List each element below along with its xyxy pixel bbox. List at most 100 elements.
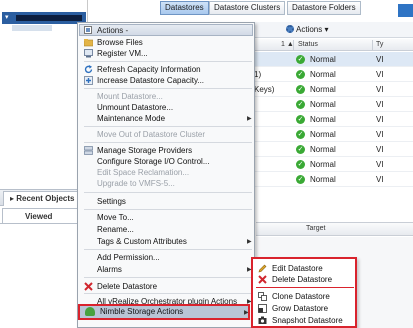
status-cell: Normal — [310, 175, 336, 184]
submenu-arrow-icon: ▶ — [247, 116, 252, 122]
menu-header-label: Actions - — [97, 26, 129, 35]
submenu-item-grow-datastore[interactable]: Grow Datastore — [272, 303, 328, 314]
redacted-label — [16, 15, 82, 21]
normal-status-icon: ✓ — [296, 145, 305, 154]
expand-arrow-icon[interactable]: ▾ — [5, 14, 9, 22]
status-cell: Normal — [310, 55, 336, 64]
normal-status-icon: ✓ — [296, 100, 305, 109]
normal-status-icon: ✓ — [296, 55, 305, 64]
menu-separator — [84, 61, 252, 62]
menu-header: Actions - — [79, 24, 253, 36]
refresh-icon — [84, 65, 93, 74]
menu-item-tags-custom-attributes[interactable]: Tags & Custom Attributes — [97, 236, 187, 247]
menu-separator — [84, 209, 252, 210]
gear-icon — [286, 25, 294, 33]
type-cell: VI — [376, 100, 384, 109]
type-cell: VI — [376, 175, 384, 184]
type-cell: VI — [376, 130, 384, 139]
type-cell: VI — [376, 85, 384, 94]
recent-objects-label: Recent Objects — [16, 194, 75, 203]
clone-icon — [258, 292, 267, 301]
sort-indicator[interactable]: 1 ▲ — [281, 40, 294, 50]
status-cell: Normal — [310, 70, 336, 79]
register-vm-icon — [84, 49, 93, 58]
submenu-item-edit-datastore[interactable]: Edit Datastore — [272, 263, 323, 274]
normal-status-icon: ✓ — [296, 70, 305, 79]
snapshot-icon — [258, 316, 267, 324]
column-header-status[interactable]: Status — [298, 40, 318, 50]
submenu-separator — [256, 287, 354, 288]
menu-item-refresh-capacity[interactable]: Refresh Capacity Information — [97, 64, 201, 75]
inventory-panel — [0, 0, 88, 328]
normal-status-icon: ✓ — [296, 115, 305, 124]
column-separator — [372, 40, 373, 50]
tree-item-child[interactable] — [12, 25, 52, 31]
pencil-icon — [258, 264, 267, 273]
submenu-item-snapshot-datastore[interactable]: Snapshot Datastore — [272, 315, 343, 326]
storage-providers-icon — [84, 146, 93, 155]
name-cell: 1) — [254, 70, 262, 79]
menu-separator — [84, 142, 252, 143]
menu-separator — [84, 192, 252, 193]
datastore-icon — [84, 26, 92, 34]
increase-capacity-icon — [84, 76, 93, 85]
recent-objects-header: ▸ Recent Objects — [0, 189, 88, 206]
menu-separator — [84, 126, 252, 127]
submenu-arrow-icon: ▶ — [247, 239, 252, 245]
viewed-tab[interactable]: Viewed — [2, 208, 78, 224]
menu-item-add-permission[interactable]: Add Permission... — [97, 252, 160, 263]
target-column-header: Target — [256, 222, 413, 236]
tree-item-selected[interactable]: ▾ — [2, 12, 86, 24]
column-header-type[interactable]: Ty — [376, 40, 383, 50]
tab-datastore-folders[interactable]: Datastore Folders — [287, 1, 361, 15]
menu-item-rename[interactable]: Rename... — [97, 224, 134, 235]
menu-item-configure-storage-io[interactable]: Configure Storage I/O Control... — [97, 156, 210, 167]
menu-item-settings[interactable]: Settings — [97, 196, 126, 207]
menu-separator — [84, 293, 252, 294]
menu-separator — [84, 277, 252, 278]
datastore-tabbar: Datastores Datastore Clusters Datastore … — [156, 0, 396, 16]
delete-icon — [258, 275, 267, 284]
tab-datastores[interactable]: Datastores — [160, 1, 209, 15]
menu-item-move-out-cluster[interactable]: Move Out of Datastore Cluster — [97, 129, 205, 140]
menu-item-upgrade-vmfs[interactable]: Upgrade to VMFS-5... — [97, 178, 175, 189]
panel-edge-strip — [398, 4, 413, 17]
menu-item-maintenance-mode[interactable]: Maintenance Mode — [97, 113, 165, 124]
normal-status-icon: ✓ — [296, 160, 305, 169]
actions-label: Actions ▾ — [296, 25, 329, 34]
column-separator — [293, 40, 294, 50]
menu-item-manage-storage-providers[interactable]: Manage Storage Providers — [97, 145, 192, 156]
menu-item-alarms[interactable]: Alarms — [97, 264, 122, 275]
delete-icon — [84, 282, 93, 291]
nimble-highlight-box — [78, 304, 250, 320]
grow-icon — [258, 304, 267, 313]
menu-item-edit-space-reclamation[interactable]: Edit Space Reclamation... — [97, 167, 189, 178]
menu-item-mount-datastore[interactable]: Mount Datastore... — [97, 91, 163, 102]
recent-objects-tab[interactable]: ▸ Recent Objects — [3, 191, 82, 206]
menu-item-increase-capacity[interactable]: Increase Datastore Capacity... — [97, 75, 204, 86]
menu-separator — [84, 249, 252, 250]
menu-item-register-vm[interactable]: Register VM... — [97, 48, 148, 59]
status-cell: Normal — [310, 145, 336, 154]
menu-separator — [84, 88, 252, 89]
type-cell: VI — [376, 70, 384, 79]
divider — [0, 223, 88, 224]
type-cell: VI — [376, 160, 384, 169]
actions-button[interactable]: Actions ▾ — [286, 24, 328, 36]
submenu-item-delete-datastore[interactable]: Delete Datastore — [272, 274, 332, 285]
menu-item-move-to[interactable]: Move To... — [97, 212, 134, 223]
type-cell: VI — [376, 115, 384, 124]
normal-status-icon: ✓ — [296, 85, 305, 94]
menu-item-browse-files[interactable]: Browse Files — [97, 37, 143, 48]
status-cell: Normal — [310, 130, 336, 139]
tab-datastore-clusters[interactable]: Datastore Clusters — [209, 1, 286, 15]
folder-icon — [84, 39, 93, 47]
submenu-item-clone-datastore[interactable]: Clone Datastore — [272, 291, 330, 302]
menu-item-unmount-datastore[interactable]: Unmount Datastore... — [97, 102, 173, 113]
nimble-submenu: Edit Datastore Delete Datastore Clone Da… — [251, 257, 357, 328]
status-cell: Normal — [310, 115, 336, 124]
normal-status-icon: ✓ — [296, 175, 305, 184]
menu-item-delete-datastore[interactable]: Delete Datastore — [97, 281, 157, 292]
target-label: Target — [306, 225, 326, 232]
type-cell: VI — [376, 55, 384, 64]
